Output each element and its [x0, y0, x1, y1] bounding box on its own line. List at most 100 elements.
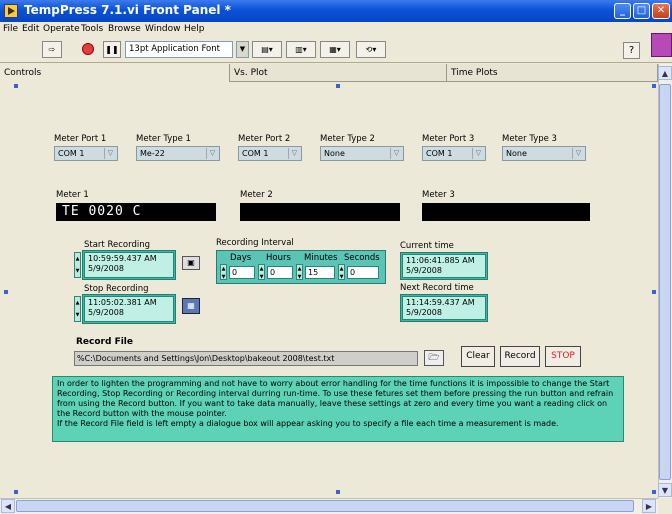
meter-port-3-value: COM 1 — [426, 149, 453, 158]
chevron-down-icon[interactable]: ▼ — [236, 41, 249, 58]
hours-spinner[interactable]: ▲ ▼ — [258, 264, 265, 280]
meter-type-1-select[interactable]: Me-22 ▽ — [136, 146, 220, 161]
recording-interval-label: Recording Interval — [216, 238, 294, 248]
menu-file[interactable]: File — [3, 24, 18, 34]
chevron-down-icon: ▽ — [104, 148, 116, 159]
tab-vs-plot[interactable]: Vs. Plot — [230, 64, 447, 82]
seconds-label: Seconds — [344, 253, 380, 263]
meter-3-display — [422, 203, 590, 221]
record-file-path-input[interactable]: %C:\Documents and Settings\Jon\Desktop\b… — [74, 351, 418, 366]
minutes-spinner[interactable]: ▲ ▼ — [296, 264, 303, 280]
clear-button[interactable]: Clear — [461, 346, 495, 367]
run-arrow-icon[interactable]: ⇨ — [42, 41, 62, 58]
menu-edit[interactable]: Edit — [22, 24, 39, 34]
close-button[interactable]: ✕ — [652, 3, 670, 19]
days-spinner[interactable]: ▲ ▼ — [220, 264, 227, 280]
abort-icon[interactable] — [82, 43, 94, 55]
next-record-time-date: 5/9/2008 — [406, 308, 442, 317]
help-icon[interactable]: ? — [623, 42, 640, 59]
next-record-time-value: 11:14:59.437 AM 5/9/2008 — [402, 296, 486, 320]
stop-recording-field[interactable]: 11:05:02.381 AM 5/9/2008 — [82, 294, 176, 324]
selection-handle[interactable] — [14, 84, 18, 88]
seconds-spinner[interactable]: ▲ ▼ — [338, 264, 345, 280]
selection-handle[interactable] — [14, 490, 18, 494]
start-recording-date: 5/9/2008 — [88, 264, 124, 273]
selection-handle[interactable] — [652, 490, 656, 494]
scroll-down-icon[interactable]: ▼ — [658, 483, 672, 497]
start-recording-value: 10:59:59.437 AM 5/9/2008 — [84, 252, 174, 278]
scroll-right-icon[interactable]: ▶ — [642, 499, 656, 513]
meter-port-2-label: Meter Port 2 — [238, 134, 291, 144]
menu-help[interactable]: Help — [184, 24, 205, 34]
meter-type-2-select[interactable]: None ▽ — [320, 146, 404, 161]
current-time-date: 5/9/2008 — [406, 266, 442, 275]
meter-type-3-value: None — [506, 149, 527, 158]
menu-bar: File Edit Operate Tools Browse Window He… — [0, 22, 672, 38]
meter-port-1-select[interactable]: COM 1 ▽ — [54, 146, 118, 161]
meter-1-label: Meter 1 — [56, 190, 89, 200]
hours-label: Hours — [266, 253, 291, 263]
meter-3-label: Meter 3 — [422, 190, 455, 200]
selection-handle[interactable] — [336, 490, 340, 494]
pause-icon[interactable]: ❚❚ — [103, 41, 121, 58]
chevron-down-icon: ▽ — [572, 148, 584, 159]
time-browse-icon[interactable]: ▣ — [182, 256, 200, 270]
vi-connector-icon — [651, 33, 672, 57]
seconds-input[interactable]: 0 — [347, 266, 379, 279]
selection-handle[interactable] — [336, 84, 340, 88]
calendar-icon[interactable]: ▦ — [182, 298, 200, 314]
tab-controls[interactable]: Controls — [0, 64, 230, 82]
chevron-down-icon: ▽ — [390, 148, 402, 159]
menu-operate[interactable]: Operate — [43, 24, 80, 34]
labview-vi-icon[interactable] — [4, 4, 18, 18]
selection-handle[interactable] — [652, 84, 656, 88]
hours-input[interactable]: 0 — [267, 266, 293, 279]
current-time-value: 11:06:41.885 AM 5/9/2008 — [402, 254, 486, 278]
next-record-time-field: 11:14:59.437 AM 5/9/2008 — [400, 294, 488, 322]
start-recording-field[interactable]: 10:59:59.437 AM 5/9/2008 — [82, 250, 176, 280]
start-recording-spinner[interactable]: ▲ ▼ — [74, 252, 81, 278]
reorder-icon[interactable]: ⟲▾ — [356, 41, 386, 58]
browse-folder-icon[interactable]: 🗁 — [424, 350, 444, 366]
meter-type-1-value: Me-22 — [140, 149, 165, 158]
meter-port-3-select[interactable]: COM 1 ▽ — [422, 146, 486, 161]
tab-time-plots[interactable]: Time Plots — [447, 64, 658, 82]
minimize-button[interactable]: _ — [614, 3, 631, 19]
chevron-down-icon: ▽ — [206, 148, 218, 159]
scroll-left-icon[interactable]: ◀ — [1, 499, 15, 513]
stop-recording-date: 5/9/2008 — [88, 308, 124, 317]
record-button[interactable]: Record — [500, 346, 540, 367]
title-bar: TempPress 7.1.vi Front Panel * _ □ ✕ — [0, 0, 672, 22]
minutes-label: Minutes — [304, 253, 338, 263]
selection-handle[interactable] — [4, 290, 8, 294]
meter-port-2-select[interactable]: COM 1 ▽ — [238, 146, 302, 161]
maximize-button[interactable]: □ — [633, 3, 650, 19]
record-file-label: Record File — [76, 337, 133, 347]
instructions-note: In order to lighten the programming and … — [52, 376, 624, 442]
stop-recording-spinner[interactable]: ▲ ▼ — [74, 296, 81, 322]
horizontal-scroll-thumb[interactable] — [16, 500, 634, 512]
stop-recording-time: 11:05:02.381 AM — [88, 298, 157, 307]
resize-icon[interactable]: ▦▾ — [320, 41, 350, 58]
chevron-down-icon: ▽ — [288, 148, 300, 159]
current-time-field: 11:06:41.885 AM 5/9/2008 — [400, 252, 488, 280]
distribute-icon[interactable]: ▥▾ — [286, 41, 316, 58]
menu-window[interactable]: Window — [145, 24, 181, 34]
minutes-input[interactable]: 15 — [305, 266, 335, 279]
days-input[interactable]: 0 — [229, 266, 255, 279]
meter-type-3-select[interactable]: None ▽ — [502, 146, 586, 161]
menu-browse[interactable]: Browse — [108, 24, 141, 34]
font-select[interactable]: 13pt Application Font — [125, 41, 233, 58]
meter-1-display: TE 0020 C — [56, 203, 216, 221]
scroll-up-icon[interactable]: ▲ — [658, 66, 672, 80]
stop-button[interactable]: STOP — [545, 346, 581, 367]
align-icon[interactable]: ▤▾ — [252, 41, 282, 58]
tab-bar: Controls Vs. Plot Time Plots — [0, 64, 658, 82]
selection-handle[interactable] — [652, 290, 656, 294]
start-recording-time: 10:59:59.437 AM — [88, 254, 157, 263]
stop-recording-value: 11:05:02.381 AM 5/9/2008 — [84, 296, 174, 322]
meter-type-2-label: Meter Type 2 — [320, 134, 375, 144]
vertical-scroll-thumb[interactable] — [659, 84, 671, 480]
meter-2-label: Meter 2 — [240, 190, 273, 200]
menu-tools[interactable]: Tools — [81, 24, 103, 34]
